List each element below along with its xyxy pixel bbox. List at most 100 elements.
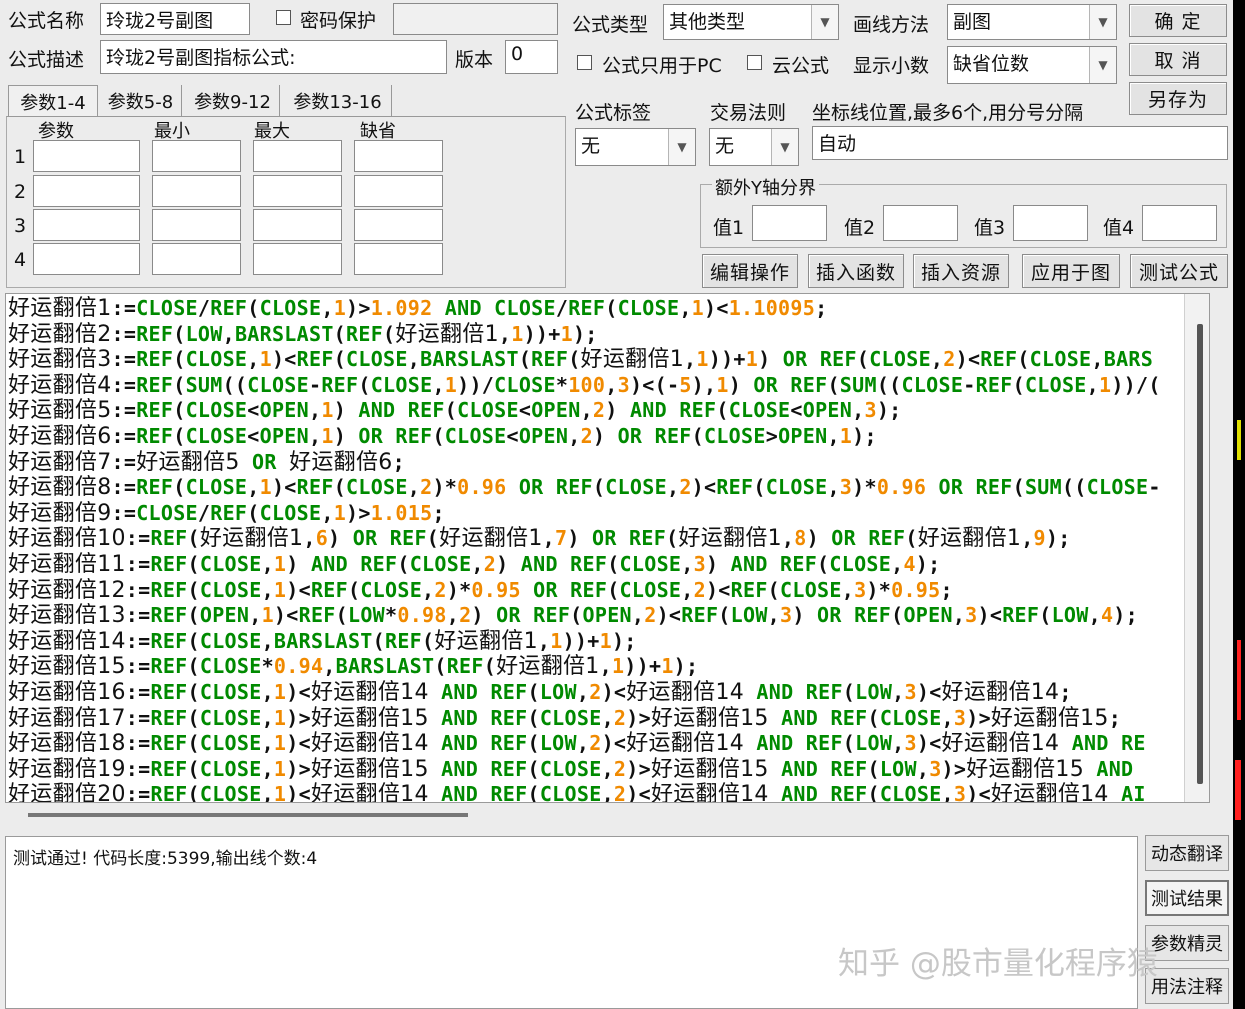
param-min-input[interactable]: [152, 175, 241, 207]
code-token: 好运翻倍19: [8, 756, 126, 782]
param-default-input[interactable]: [354, 209, 443, 241]
cloud-checkbox[interactable]: [747, 55, 762, 70]
formula-desc-input[interactable]: 玲珑2号副图指标公式:: [100, 40, 447, 74]
param-default-input[interactable]: [354, 175, 443, 207]
y-value-4-input[interactable]: [1142, 205, 1217, 241]
code-token: 1: [273, 705, 287, 730]
code-token: OR: [817, 603, 842, 628]
param-min-input[interactable]: [152, 243, 241, 275]
code-token: (: [333, 347, 347, 372]
tab-params-13-16[interactable]: 参数13-16: [284, 85, 392, 117]
code-token: (: [383, 321, 396, 346]
code-token: 3: [965, 603, 978, 628]
y-value-1-input[interactable]: [752, 205, 827, 241]
code-token: REF: [407, 398, 445, 423]
formula-name-input[interactable]: 玲珑2号副图: [100, 3, 250, 35]
code-line: 好运翻倍19:=REF(CLOSE,1)>好运翻倍15 AND REF(CLOS…: [8, 757, 1133, 782]
code-token: ,: [261, 552, 274, 576]
insert-resource-button[interactable]: 插入资源: [913, 254, 1009, 288]
password-input[interactable]: [393, 3, 558, 35]
y-value-2-input[interactable]: [883, 205, 958, 241]
code-token: )<: [705, 577, 731, 602]
code-token: OR: [753, 372, 779, 397]
tab-params-5-8[interactable]: 参数5-8: [100, 85, 182, 117]
code-token: ,: [247, 475, 260, 500]
trade-rule-select[interactable]: 无 ▼: [709, 128, 799, 166]
pc-only-checkbox[interactable]: [577, 55, 592, 70]
code-token: 9: [1033, 526, 1046, 551]
code-editor[interactable]: 好运翻倍20:=REF(CLOSE,1)<好运翻倍14 AND REF(CLOS…: [5, 293, 1210, 803]
param-name-input[interactable]: [33, 140, 140, 172]
code-token: 3: [929, 756, 942, 781]
param-max-input[interactable]: [253, 243, 342, 275]
code-token: -: [1148, 475, 1161, 500]
code-line: 好运翻倍18:=REF(CLOSE,1)<好运翻倍14 AND REF(LOW,…: [8, 731, 1146, 756]
code-token: ;: [1059, 680, 1072, 704]
dynamic-translate-button[interactable]: 动态翻译: [1145, 835, 1229, 871]
param-name-input[interactable]: [33, 175, 140, 207]
code-token: CLOSE: [879, 782, 942, 803]
code-token: 1: [550, 628, 563, 653]
horizontal-scrollbar[interactable]: [28, 813, 468, 817]
tab-params-1-4[interactable]: 参数1-4: [8, 85, 98, 117]
code-token: CLOSE: [199, 731, 262, 756]
code-token: ,: [261, 782, 274, 803]
param-name-input[interactable]: [33, 243, 140, 275]
cancel-button[interactable]: 取 消: [1129, 43, 1227, 76]
code-token: OR: [352, 526, 378, 551]
test-result-button[interactable]: 测试结果: [1145, 880, 1229, 916]
code-token: ,: [407, 475, 421, 500]
param-min-input[interactable]: [152, 140, 241, 172]
formula-type-select[interactable]: 其他类型 ▼: [663, 4, 839, 40]
tab-params-9-12[interactable]: 参数9-12: [186, 85, 280, 117]
param-name-input[interactable]: [33, 209, 140, 241]
param-max-input[interactable]: [253, 140, 342, 172]
code-token: :=: [111, 475, 137, 500]
code-token: 好运翻倍15: [650, 705, 769, 731]
code-token: REF: [555, 475, 593, 500]
scrollbar-thumb[interactable]: [1197, 324, 1203, 784]
code-token: BARSLAST: [234, 321, 334, 346]
save-as-button[interactable]: 另存为: [1129, 82, 1227, 115]
code-token: /: [197, 500, 211, 525]
ok-button[interactable]: 确 定: [1129, 4, 1227, 37]
param-default-input[interactable]: [354, 243, 443, 275]
axis-position-input[interactable]: 自动: [812, 126, 1228, 160]
password-checkbox[interactable]: [276, 10, 291, 25]
decimals-select[interactable]: 缺省位数 ▼: [947, 46, 1117, 84]
code-token: ): [758, 347, 783, 372]
param-min-input[interactable]: [152, 209, 241, 241]
param-default-input[interactable]: [354, 140, 443, 172]
version-input[interactable]: 0: [505, 40, 558, 74]
y-value-3-input[interactable]: [1013, 205, 1088, 241]
code-token: <: [518, 398, 532, 423]
code-token: CLOSE: [185, 398, 248, 423]
param-max-input[interactable]: [253, 209, 342, 241]
code-token: ,: [537, 628, 551, 653]
draw-method-select[interactable]: 副图 ▼: [947, 4, 1117, 40]
formula-tag-select[interactable]: 无 ▼: [575, 128, 696, 166]
code-token: (: [1012, 475, 1025, 500]
test-formula-button[interactable]: 测试公式: [1130, 254, 1228, 288]
vertical-scrollbar[interactable]: [1184, 294, 1209, 802]
param-max-input[interactable]: [253, 175, 342, 207]
code-token: (: [570, 603, 583, 628]
edit-ops-button[interactable]: 编辑操作: [702, 254, 798, 288]
code-token: )<: [916, 731, 942, 756]
code-token: 好运翻倍5: [136, 449, 240, 475]
insert-function-button[interactable]: 插入函数: [808, 254, 904, 288]
code-token: (: [187, 731, 200, 756]
code-token: OR: [358, 424, 384, 448]
code-token: 好运翻倍5: [8, 398, 112, 424]
code-token: :=: [111, 347, 137, 372]
code-token: )<(-: [629, 372, 680, 397]
code-token: :=: [111, 398, 137, 423]
code-token: REF: [570, 577, 608, 602]
code-token: 0.94: [273, 654, 324, 679]
param-row-number: 4: [14, 249, 27, 271]
apply-to-chart-button[interactable]: 应用于图: [1022, 254, 1120, 288]
code-token: AND: [1071, 731, 1109, 756]
